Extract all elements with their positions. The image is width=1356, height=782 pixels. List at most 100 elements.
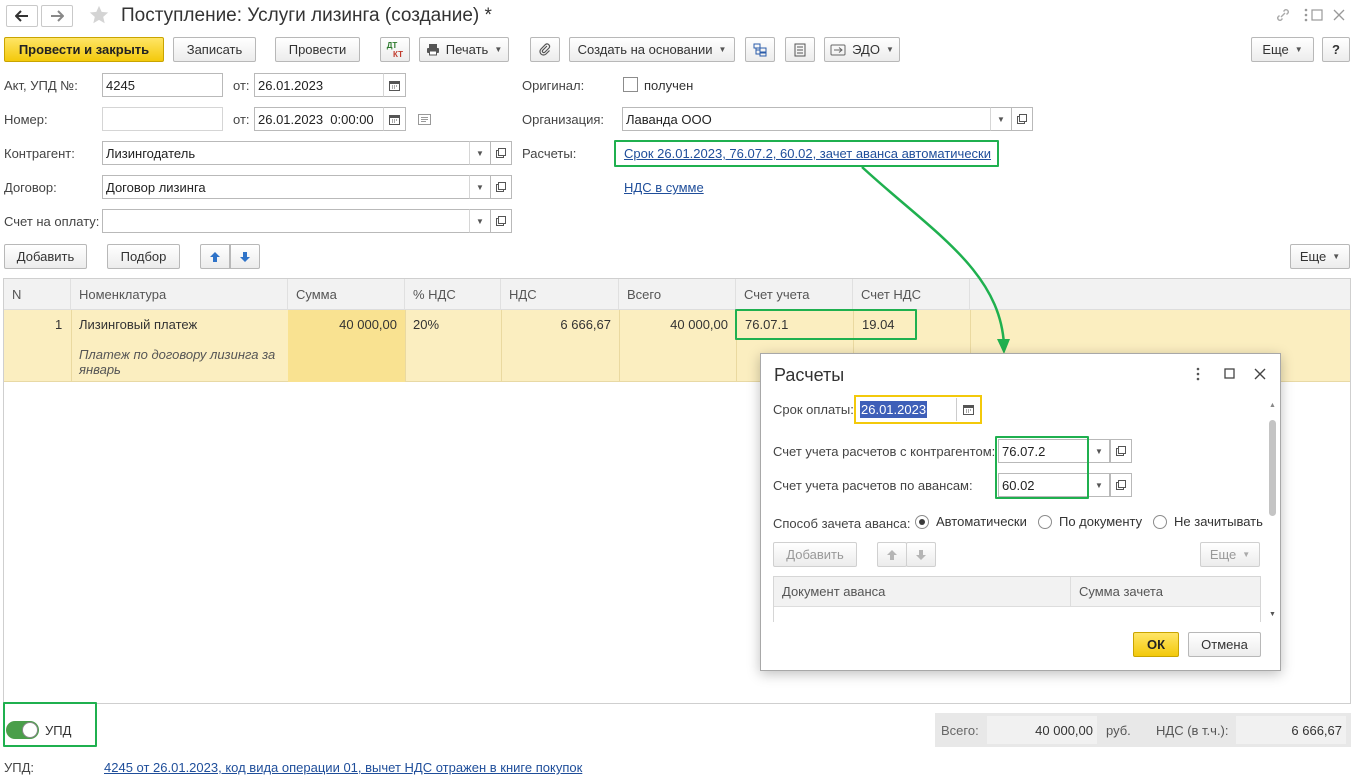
- contract-input[interactable]: Договор лизинга: [102, 175, 471, 199]
- more-vertical-icon[interactable]: [1195, 367, 1201, 381]
- col-account[interactable]: Счет учета: [736, 279, 853, 310]
- dialog-move-down-button[interactable]: [906, 542, 936, 567]
- more-vertical-icon[interactable]: [1303, 7, 1309, 23]
- col-item[interactable]: Номенклатура: [71, 279, 288, 310]
- post-button[interactable]: Провести: [275, 37, 360, 62]
- col-vat-account[interactable]: Счет НДС: [853, 279, 970, 310]
- pick-button[interactable]: Подбор: [107, 244, 180, 269]
- open-window-icon: [1116, 446, 1126, 456]
- cell-vat-pct[interactable]: 20%: [413, 317, 439, 332]
- arrow-left-icon: [15, 10, 28, 22]
- col-sum[interactable]: Сумма: [288, 279, 405, 310]
- organization-open-button[interactable]: [1011, 107, 1033, 131]
- post-and-close-button[interactable]: Провести и закрыть: [4, 37, 164, 62]
- due-date-value: 26.01.2023: [860, 401, 928, 418]
- dialog-accounts-highlight: [995, 436, 1089, 499]
- radio-auto[interactable]: Автоматически: [915, 514, 1027, 529]
- original-checkbox[interactable]: [623, 77, 638, 92]
- organization-input[interactable]: Лаванда ООО: [622, 107, 992, 131]
- chevron-down-icon: ▼: [1095, 446, 1103, 456]
- counterparty-dropdown[interactable]: ▼: [469, 141, 491, 165]
- number-input[interactable]: [102, 107, 223, 131]
- dialog-more-button[interactable]: Еще ▼: [1200, 542, 1260, 567]
- invoice-input[interactable]: [102, 209, 471, 233]
- move-up-button[interactable]: [200, 244, 230, 269]
- cell-vat[interactable]: 6 666,67: [501, 317, 611, 332]
- act-date-input[interactable]: 26.01.2023: [254, 73, 384, 97]
- calendar-icon: [962, 405, 974, 415]
- upd-link[interactable]: 4245 от 26.01.2023, код вида операции 01…: [104, 760, 582, 775]
- acc-counterparty-dropdown[interactable]: ▼: [1088, 439, 1110, 463]
- edo-button[interactable]: ЭДО ▼: [824, 37, 900, 62]
- col-advance-doc[interactable]: Документ аванса: [782, 584, 885, 599]
- link-icon[interactable]: [1275, 7, 1291, 23]
- invoice-dropdown[interactable]: ▼: [469, 209, 491, 233]
- nav-back-button[interactable]: [6, 5, 38, 27]
- cell-sum[interactable]: 40 000,00: [288, 317, 397, 332]
- row-divider-1: [71, 310, 72, 382]
- act-number-input[interactable]: 4245: [102, 73, 223, 97]
- act-number-label: Акт, УПД №:: [4, 78, 78, 93]
- contract-open-button[interactable]: [490, 175, 512, 199]
- number-date-calendar-button[interactable]: [383, 107, 406, 131]
- radio-by-document-label: По документу: [1059, 514, 1143, 529]
- arrow-down-icon: [240, 251, 250, 262]
- print-button[interactable]: Печать ▼: [419, 37, 509, 62]
- contract-dropdown[interactable]: ▼: [469, 175, 491, 199]
- report-button[interactable]: [785, 37, 815, 62]
- comment-icon[interactable]: [418, 114, 431, 125]
- more-label: Еще: [1262, 42, 1289, 57]
- structure-button[interactable]: [745, 37, 775, 62]
- col-offset-sum[interactable]: Сумма зачета: [1079, 584, 1163, 599]
- invoice-open-button[interactable]: [490, 209, 512, 233]
- dialog-add-button[interactable]: Добавить: [773, 542, 857, 567]
- counterparty-open-button[interactable]: [490, 141, 512, 165]
- dt-kt-icon: ДТ: [386, 40, 398, 50]
- radio-by-document-circle: [1038, 514, 1052, 529]
- col-n[interactable]: N: [4, 279, 71, 310]
- close-icon[interactable]: [1333, 9, 1345, 21]
- radio-none[interactable]: Не зачитывать: [1153, 514, 1263, 529]
- cell-item[interactable]: Лизинговый платеж: [79, 317, 197, 332]
- due-date-calendar-button[interactable]: [956, 398, 979, 421]
- more-button[interactable]: Еще ▼: [1251, 37, 1314, 62]
- dialog-move-up-button[interactable]: [877, 542, 907, 567]
- organization-dropdown[interactable]: ▼: [990, 107, 1012, 131]
- vat-in-sum-link[interactable]: НДС в сумме: [624, 180, 704, 195]
- scroll-thumb[interactable]: [1269, 420, 1276, 516]
- dt-kt-button[interactable]: ДТ КТ: [380, 37, 410, 62]
- cancel-button[interactable]: Отмена: [1188, 632, 1261, 657]
- due-date-input[interactable]: 26.01.2023: [857, 398, 957, 421]
- col-total[interactable]: Всего: [619, 279, 736, 310]
- col-vat[interactable]: НДС: [501, 279, 619, 310]
- move-down-button[interactable]: [230, 244, 260, 269]
- ok-button[interactable]: ОК: [1133, 632, 1179, 657]
- number-label: Номер:: [4, 112, 48, 127]
- number-date-input[interactable]: 26.01.2023 0:00:00: [254, 107, 384, 131]
- upd-toggle[interactable]: [6, 721, 39, 739]
- maximize-icon[interactable]: [1311, 9, 1323, 21]
- add-row-button[interactable]: Добавить: [4, 244, 87, 269]
- radio-none-label: Не зачитывать: [1174, 514, 1263, 529]
- cell-total[interactable]: 40 000,00: [619, 317, 728, 332]
- dialog-close-icon[interactable]: [1254, 368, 1266, 380]
- maximize-icon[interactable]: [1224, 368, 1235, 379]
- counterparty-input[interactable]: Лизингодатель: [102, 141, 471, 165]
- save-button[interactable]: Записать: [173, 37, 256, 62]
- dialog-scrollbar[interactable]: ▲ ▼: [1268, 402, 1277, 618]
- attach-button[interactable]: [530, 37, 560, 62]
- nav-forward-button[interactable]: [41, 5, 73, 27]
- arrow-down-icon: [916, 549, 926, 560]
- help-button[interactable]: ?: [1322, 37, 1350, 62]
- create-based-on-button[interactable]: Создать на основании ▼: [569, 37, 735, 62]
- acc-advance-open-button[interactable]: [1110, 473, 1132, 497]
- counterparty-label: Контрагент:: [4, 146, 75, 161]
- acc-advance-label: Счет учета расчетов по авансам:: [773, 478, 973, 493]
- favorite-star-icon[interactable]: [88, 4, 110, 26]
- table-more-button[interactable]: Еще ▼: [1290, 244, 1350, 269]
- col-vat-pct[interactable]: % НДС: [405, 279, 501, 310]
- radio-by-document[interactable]: По документу: [1038, 514, 1142, 529]
- act-date-calendar-button[interactable]: [383, 73, 406, 97]
- acc-counterparty-open-button[interactable]: [1110, 439, 1132, 463]
- acc-advance-dropdown[interactable]: ▼: [1088, 473, 1110, 497]
